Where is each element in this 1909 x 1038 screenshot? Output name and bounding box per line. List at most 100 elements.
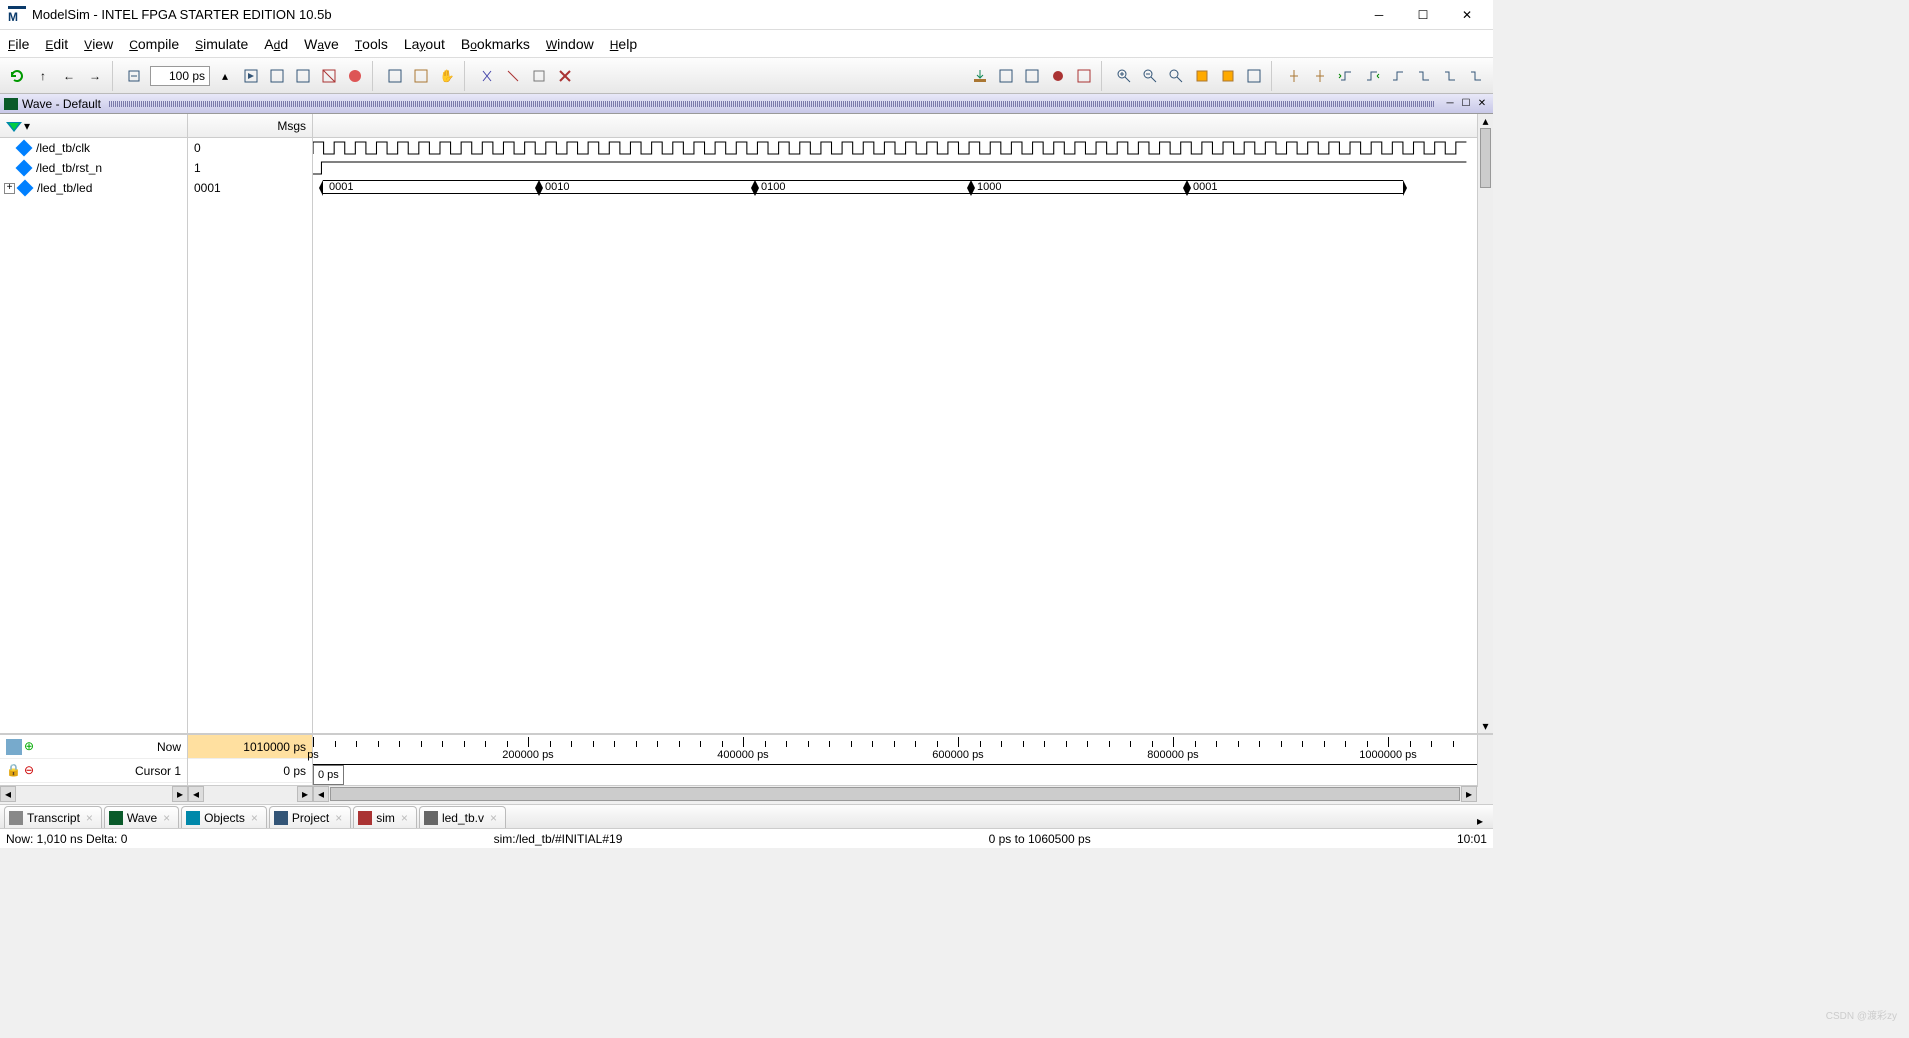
run-icon[interactable]: [240, 65, 262, 87]
tab-close-icon[interactable]: ×: [163, 811, 170, 825]
break-icon[interactable]: [318, 65, 340, 87]
cursor-prev-icon[interactable]: [1283, 65, 1305, 87]
step-icon[interactable]: [410, 65, 432, 87]
scroll-thumb[interactable]: [330, 787, 1460, 801]
cursor-trans4-icon[interactable]: [1413, 65, 1435, 87]
bus-segment[interactable]: 0001: [1187, 180, 1403, 194]
bus-segment[interactable]: 0001: [323, 180, 539, 194]
scroll-left-icon[interactable]: ◂: [313, 786, 329, 802]
zoom-range-icon[interactable]: [1217, 65, 1239, 87]
hand-icon[interactable]: ✋: [436, 65, 458, 87]
restart-icon[interactable]: [384, 65, 406, 87]
menu-help[interactable]: Help: [610, 36, 637, 52]
cursor-next-icon[interactable]: [1309, 65, 1331, 87]
menu-layout[interactable]: Layout: [404, 36, 445, 52]
wave-maximize-icon[interactable]: ☐: [1459, 97, 1473, 111]
tab-wave[interactable]: Wave×: [104, 806, 179, 828]
wave-hscroll[interactable]: ◂ ▸: [313, 786, 1477, 802]
vertical-scrollbar[interactable]: ▴ ▾: [1477, 114, 1493, 733]
signal-row-clk[interactable]: /led_tb/clk: [0, 138, 187, 158]
tab-close-icon[interactable]: ×: [490, 811, 497, 825]
wave-settings-icon[interactable]: [1021, 65, 1043, 87]
msgs-hscroll[interactable]: ◂ ▸: [188, 786, 313, 802]
add-small-icon[interactable]: ⊕: [24, 739, 40, 755]
signal-menu-icon[interactable]: [6, 118, 22, 134]
tab-close-icon[interactable]: ×: [251, 811, 258, 825]
zoom-cursor-icon[interactable]: [1191, 65, 1213, 87]
tab-project[interactable]: Project×: [269, 806, 351, 828]
step-over-icon[interactable]: [124, 65, 146, 87]
signal-header[interactable]: ▾: [0, 114, 187, 138]
tab-sim[interactable]: sim×: [353, 806, 417, 828]
tab-objects[interactable]: Objects×: [181, 806, 267, 828]
waveform-column[interactable]: 00010010010010000001: [313, 114, 1477, 733]
cut-section-icon[interactable]: [476, 65, 498, 87]
scroll-track[interactable]: [204, 786, 297, 802]
locked-icon[interactable]: [1047, 65, 1069, 87]
menu-compile[interactable]: Compile: [129, 36, 179, 52]
load-wave-icon[interactable]: [969, 65, 991, 87]
msg-row[interactable]: 1: [188, 158, 312, 178]
menu-file[interactable]: File: [8, 36, 29, 52]
cursor-trans1-icon[interactable]: [1335, 65, 1357, 87]
waveform-led[interactable]: 00010010010010000001: [313, 178, 1477, 198]
cursor-trans3-icon[interactable]: [1387, 65, 1409, 87]
bus-segment[interactable]: 1000: [971, 180, 1187, 194]
msg-row[interactable]: 0: [188, 138, 312, 158]
zoom-out-icon[interactable]: [1139, 65, 1161, 87]
close-button[interactable]: ✕: [1457, 5, 1477, 25]
run-continue-icon[interactable]: [292, 65, 314, 87]
cursor-trans5-icon[interactable]: [1439, 65, 1461, 87]
footer-ruler-area[interactable]: ps200000 ps400000 ps600000 ps800000 ps10…: [313, 735, 1477, 785]
signal-row-led[interactable]: + /led_tb/led: [0, 178, 187, 198]
lock-icon[interactable]: 🔒: [6, 763, 22, 779]
scroll-track[interactable]: [16, 786, 172, 802]
menu-tools[interactable]: Tools: [355, 36, 388, 52]
tabs-overflow-icon[interactable]: ▸: [1471, 814, 1489, 828]
scroll-down-arrow[interactable]: ▾: [1478, 719, 1493, 733]
time-ruler[interactable]: ps200000 ps400000 ps600000 ps800000 ps10…: [313, 735, 1477, 765]
run-length-input[interactable]: [150, 66, 210, 86]
signal-row-rst[interactable]: /led_tb/rst_n: [0, 158, 187, 178]
tab-transcript[interactable]: Transcript×: [4, 806, 102, 828]
cursor-position-box[interactable]: 0 ps: [313, 765, 344, 785]
cursor-trans2-icon[interactable]: [1361, 65, 1383, 87]
menu-wave[interactable]: Wave: [304, 36, 339, 52]
zoom-other-icon[interactable]: [1243, 65, 1265, 87]
scroll-left-icon[interactable]: ◂: [0, 786, 16, 802]
scroll-left-icon[interactable]: ◂: [188, 786, 204, 802]
options-icon[interactable]: [1073, 65, 1095, 87]
scroll-thumb[interactable]: [1480, 128, 1491, 188]
save-wave-icon[interactable]: [995, 65, 1017, 87]
next-edge-icon[interactable]: [502, 65, 524, 87]
scroll-right-icon[interactable]: ▸: [1461, 786, 1477, 802]
menu-bookmarks[interactable]: Bookmarks: [461, 36, 530, 52]
tab-close-icon[interactable]: ×: [335, 811, 342, 825]
spinner-up-icon[interactable]: ▴: [214, 65, 236, 87]
wave-minimize-icon[interactable]: ─: [1443, 97, 1457, 111]
left-arrow-icon[interactable]: ←: [58, 65, 80, 87]
clipboard-icon[interactable]: [528, 65, 550, 87]
bus-segment[interactable]: 0010: [539, 180, 755, 194]
minimize-button[interactable]: ─: [1369, 5, 1389, 25]
remove-small-icon[interactable]: ⊖: [24, 763, 40, 779]
menu-window[interactable]: Window: [546, 36, 594, 52]
menu-add[interactable]: Add: [264, 36, 288, 52]
expand-toggle[interactable]: +: [4, 183, 15, 194]
cursor-trans6-icon[interactable]: [1465, 65, 1487, 87]
bus-segment[interactable]: 0100: [755, 180, 971, 194]
zoom-in-icon[interactable]: [1113, 65, 1135, 87]
scroll-right-icon[interactable]: ▸: [297, 786, 313, 802]
zoom-full-icon[interactable]: [1165, 65, 1187, 87]
maximize-button[interactable]: ☐: [1413, 5, 1433, 25]
wave-close-icon[interactable]: ✕: [1475, 97, 1489, 111]
right-arrow-icon[interactable]: →: [84, 65, 106, 87]
tab-led-tb-v[interactable]: led_tb.v×: [419, 806, 506, 828]
scroll-up-arrow[interactable]: ▴: [1478, 114, 1493, 128]
stop-icon[interactable]: [344, 65, 366, 87]
msg-row[interactable]: 0001: [188, 178, 312, 198]
tab-close-icon[interactable]: ×: [401, 811, 408, 825]
run-all-icon[interactable]: [266, 65, 288, 87]
up-arrow-icon[interactable]: ↑: [32, 65, 54, 87]
wave-body[interactable]: 00010010010010000001: [313, 138, 1477, 198]
